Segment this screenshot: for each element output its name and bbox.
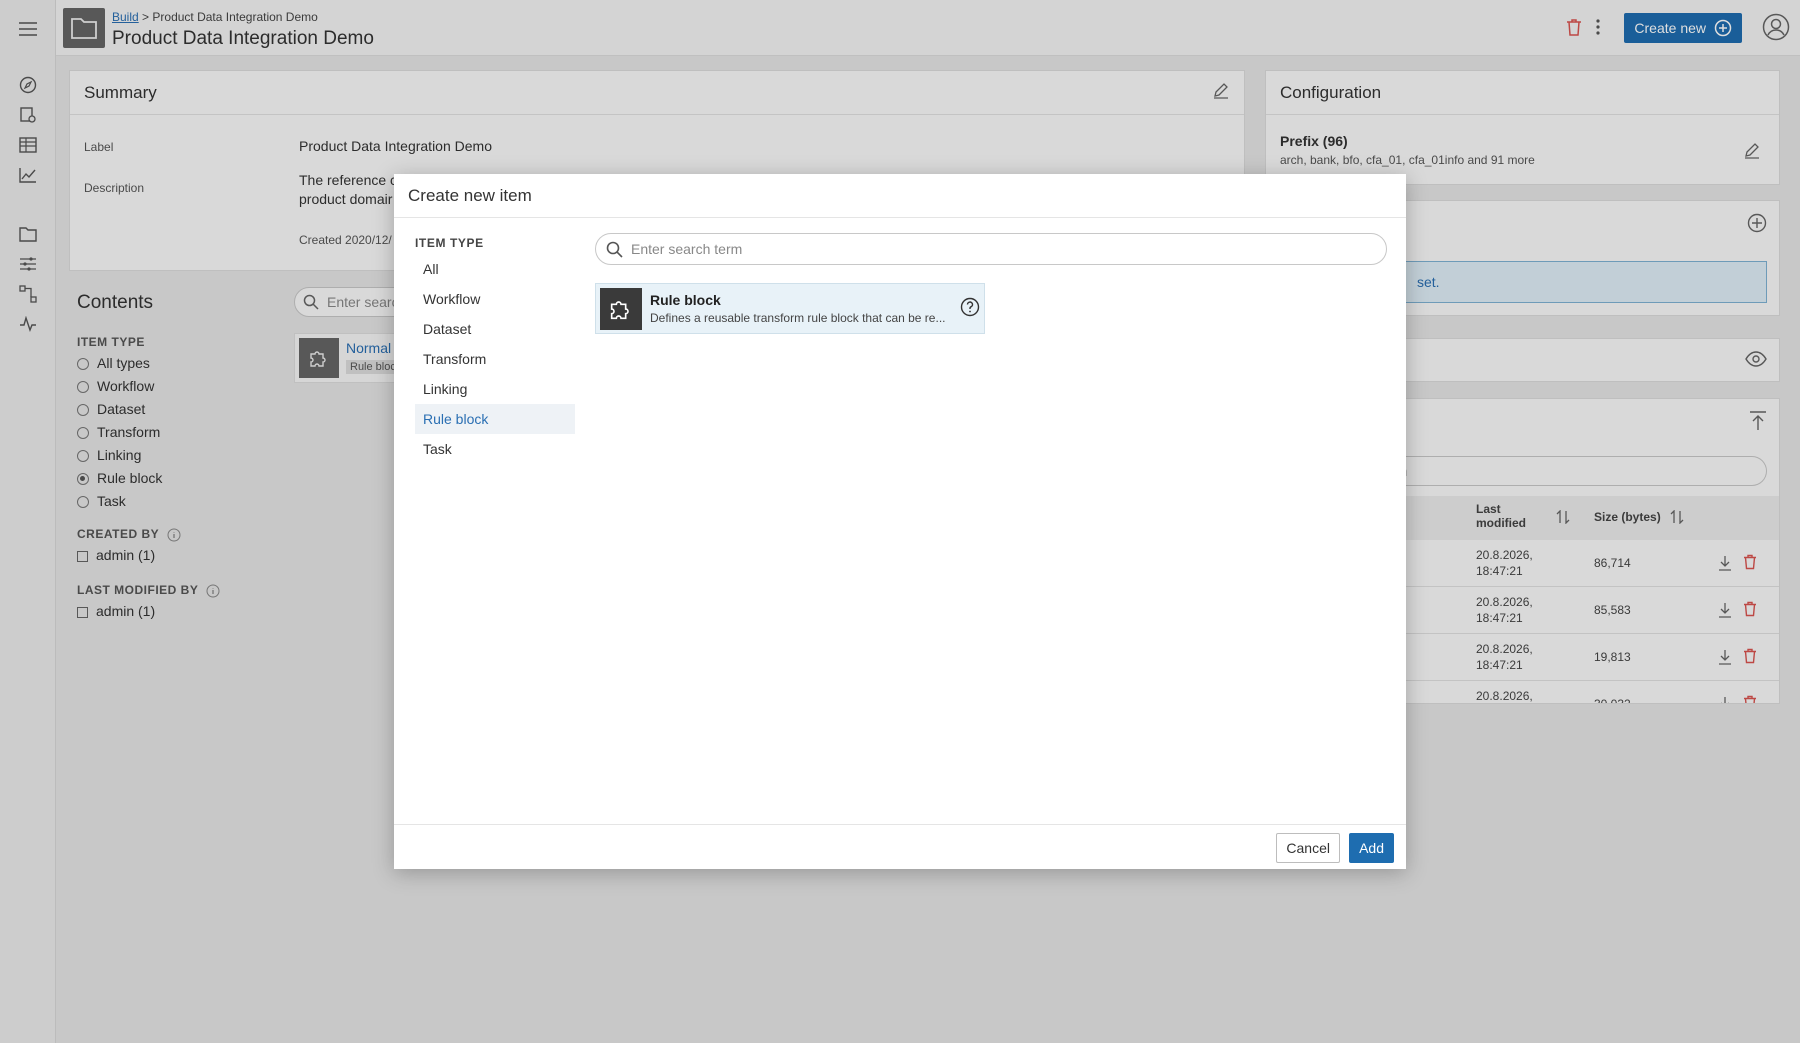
item-name: Rule block xyxy=(650,292,721,308)
create-item-dialog: Create new item ITEM TYPE All Workflow Dat… xyxy=(394,174,1406,869)
dialog-footer: Cancel Add xyxy=(394,824,1406,869)
search-icon xyxy=(606,241,623,258)
item-type-dataset[interactable]: Dataset xyxy=(415,314,575,344)
item-type-transform[interactable]: Transform xyxy=(415,344,575,374)
add-button[interactable]: Add xyxy=(1349,833,1394,863)
dialog-title: Create new item xyxy=(394,174,1406,218)
item-type-heading: ITEM TYPE xyxy=(415,236,484,250)
rule-block-item-card[interactable]: Rule block Defines a reusable transform … xyxy=(595,283,985,334)
item-search-box[interactable] xyxy=(595,233,1387,265)
cancel-button[interactable]: Cancel xyxy=(1276,833,1340,863)
item-type-linking[interactable]: Linking xyxy=(415,374,575,404)
item-type-all[interactable]: All xyxy=(415,254,575,284)
help-icon[interactable] xyxy=(960,297,980,320)
item-type-task[interactable]: Task xyxy=(415,434,575,464)
item-search-input[interactable] xyxy=(631,241,1351,257)
item-description: Defines a reusable transform rule block … xyxy=(650,311,946,325)
item-type-rule-block[interactable]: Rule block xyxy=(415,404,575,434)
puzzle-icon xyxy=(600,287,642,330)
item-type-list: All Workflow Dataset Transform Linking Rule b… xyxy=(415,254,575,464)
item-type-workflow[interactable]: Workflow xyxy=(415,284,575,314)
